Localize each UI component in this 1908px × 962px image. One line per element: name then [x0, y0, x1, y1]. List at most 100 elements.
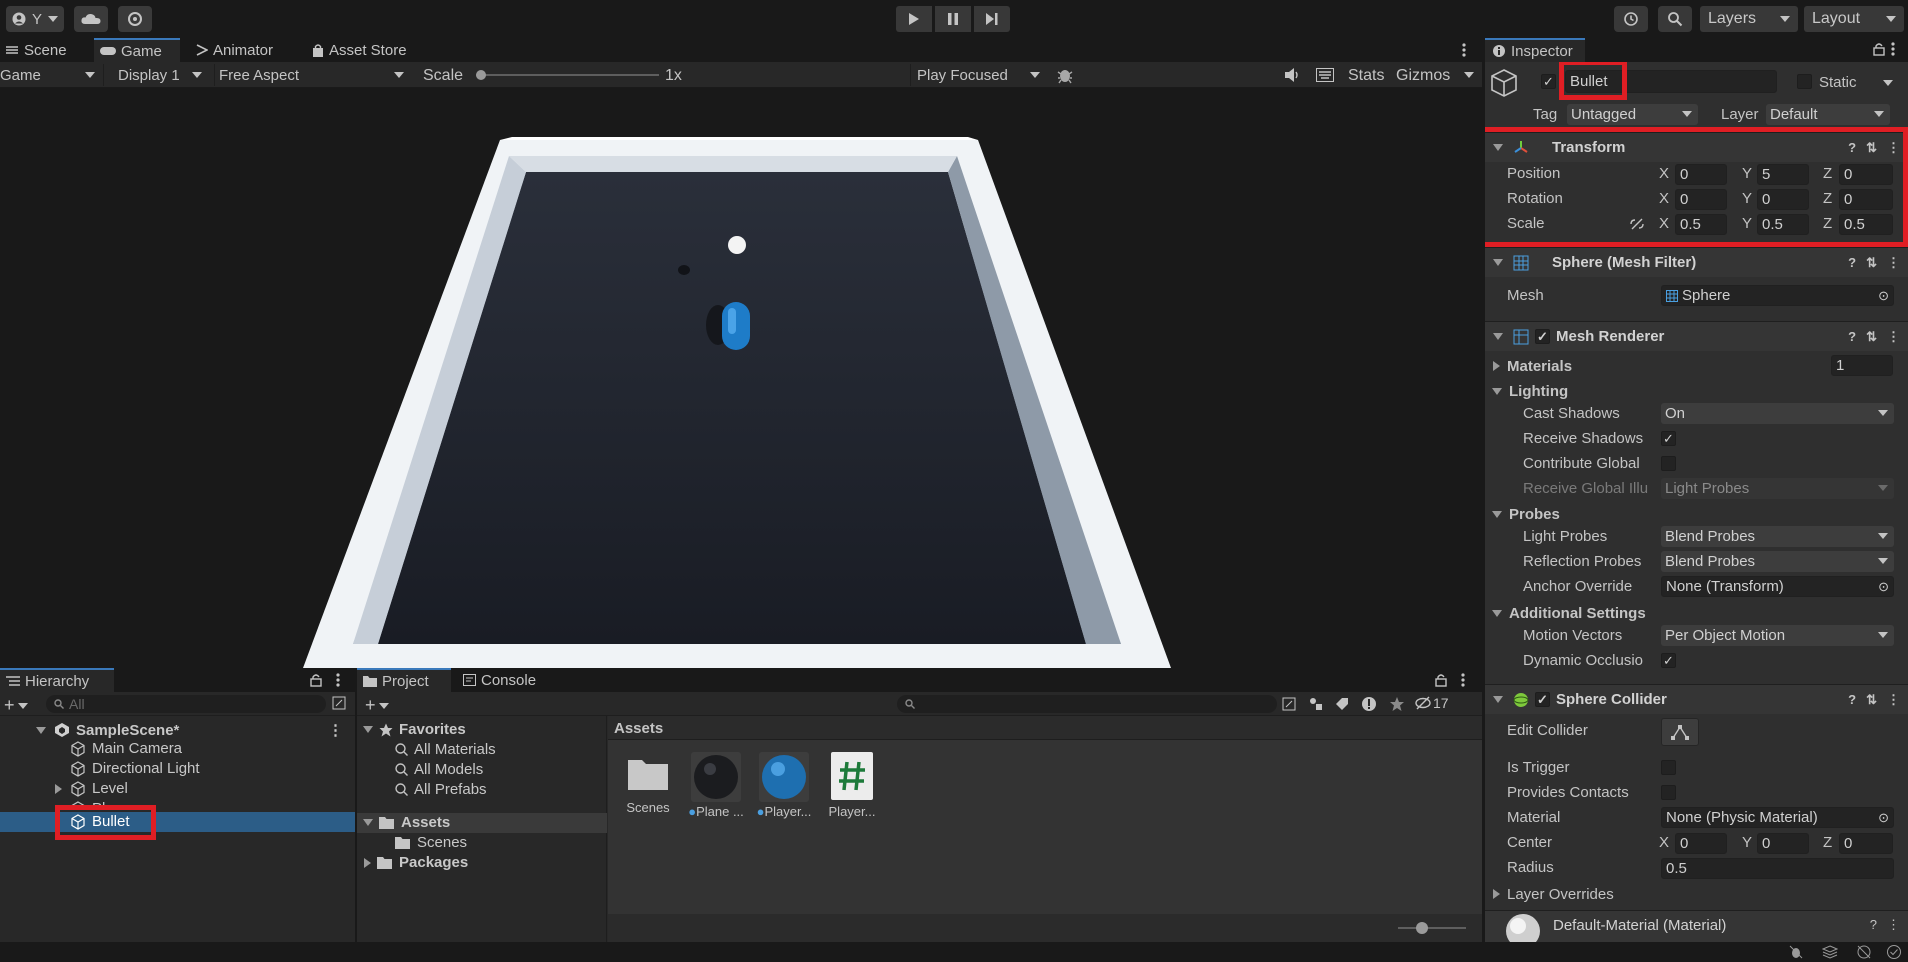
search-button[interactable] [1658, 6, 1692, 32]
static-checkbox[interactable] [1797, 74, 1812, 89]
play-focused-dropdown[interactable]: Play Focused [910, 64, 1048, 86]
scale-slider[interactable] [476, 70, 659, 80]
mesh-renderer-enabled-checkbox[interactable]: ✓ [1535, 329, 1550, 344]
hierarchy-item[interactable]: Player [70, 800, 270, 810]
layer-overrides-row[interactable]: Layer Overrides [1485, 882, 1908, 906]
game-viewport[interactable] [0, 88, 1482, 668]
cloud-button[interactable] [74, 6, 108, 32]
sphere-collider-enabled-checkbox[interactable]: ✓ [1535, 692, 1550, 707]
favorite-item[interactable]: All Materials [395, 741, 496, 758]
asset-item[interactable]: ●Player... [756, 752, 812, 819]
unlink-icon[interactable] [1629, 217, 1645, 231]
rotation-z-field[interactable]: 0 [1839, 189, 1893, 210]
lock-icon[interactable] [1435, 673, 1447, 687]
sphere-collider-header[interactable]: ✓ Sphere Collider ? ⇅ ⋮ [1485, 684, 1908, 714]
radius-field[interactable]: 0.5 [1661, 858, 1894, 879]
mesh-object-field[interactable]: Sphere ⊙ [1661, 285, 1894, 306]
materials-count-field[interactable]: 1 [1831, 355, 1893, 376]
help-icon[interactable]: ? [1848, 140, 1856, 156]
scale-y-field[interactable]: 0.5 [1757, 214, 1809, 235]
more-options-icon[interactable] [1891, 42, 1895, 56]
icon-size-slider-handle[interactable] [1416, 922, 1428, 934]
more-options-icon[interactable]: ⋮ [328, 721, 343, 739]
bug-icon[interactable] [1056, 66, 1074, 84]
scenes-folder-row[interactable]: Scenes [395, 834, 467, 851]
more-options-icon[interactable]: ⋮ [1887, 917, 1900, 933]
hierarchy-item[interactable]: Main Camera [70, 740, 182, 757]
additional-settings-row[interactable]: Additional Settings [1485, 601, 1908, 625]
transform-header[interactable]: Transform ? ⇅ ⋮ [1485, 132, 1908, 162]
scene-row[interactable]: SampleScene* ⋮ [36, 720, 355, 740]
lighting-row[interactable]: Lighting [1485, 379, 1908, 403]
stats-button[interactable]: Stats [1348, 67, 1384, 85]
tab-console[interactable]: Console [457, 668, 542, 692]
pause-button[interactable] [935, 6, 971, 32]
default-material-header[interactable]: Default-Material (Material) ? ⋮ [1485, 910, 1908, 942]
favorites-row[interactable]: Favorites [363, 721, 466, 738]
services-button[interactable] [118, 6, 152, 32]
more-options-icon[interactable]: ⋮ [1887, 329, 1900, 345]
asset-item[interactable]: Scenes [622, 752, 674, 815]
aspect-dropdown[interactable]: Free Aspect [214, 64, 412, 86]
add-button[interactable]: + [4, 695, 28, 716]
create-button[interactable]: + [365, 695, 389, 716]
project-search-input[interactable] [897, 695, 1277, 713]
network-icon[interactable] [1856, 944, 1872, 960]
tab-scene[interactable]: Scene [0, 38, 73, 62]
display-dropdown[interactable]: Display 1 [110, 64, 210, 86]
tab-asset-store[interactable]: Asset Store [306, 38, 413, 62]
edit-collider-button[interactable] [1661, 718, 1699, 746]
position-z-field[interactable]: 0 [1839, 164, 1893, 185]
probes-row[interactable]: Probes [1485, 502, 1908, 526]
scale-x-field[interactable]: 0.5 [1675, 214, 1727, 235]
chevron-down-icon[interactable] [1464, 72, 1474, 78]
hierarchy-item-selected[interactable]: Bullet [0, 812, 355, 832]
layer-dropdown[interactable]: Default [1766, 104, 1890, 125]
hierarchy-item[interactable]: Directional Light [70, 760, 200, 777]
gizmos-button[interactable]: Gizmos [1396, 67, 1450, 85]
history-button[interactable] [1614, 6, 1648, 32]
layout-dropdown[interactable]: Layout [1804, 6, 1904, 32]
mesh-filter-header[interactable]: Sphere (Mesh Filter) ? ⇅ ⋮ [1485, 247, 1908, 277]
motion-vectors-dropdown[interactable]: Per Object Motion [1661, 625, 1894, 646]
favorite-item[interactable]: All Prefabs [395, 781, 487, 798]
packages-folder-row[interactable]: Packages [363, 854, 468, 871]
center-y-field[interactable]: 0 [1757, 833, 1809, 854]
step-button[interactable] [974, 6, 1010, 32]
object-picker-icon[interactable]: ⊙ [1878, 810, 1889, 826]
speaker-icon[interactable] [1284, 67, 1300, 83]
dynamic-occlusion-checkbox[interactable]: ✓ [1661, 653, 1676, 668]
progress-check-icon[interactable] [1886, 944, 1902, 960]
filter-type-icon[interactable] [1309, 697, 1323, 711]
bug-icon[interactable] [1788, 944, 1804, 960]
lock-icon[interactable] [1873, 42, 1885, 56]
help-icon[interactable]: ? [1848, 255, 1856, 271]
more-options-icon[interactable] [1461, 673, 1465, 687]
scale-z-field[interactable]: 0.5 [1839, 214, 1893, 235]
account-dropdown[interactable]: Y [6, 6, 64, 32]
search-by-type-icon[interactable] [1282, 697, 1296, 711]
favorite-item[interactable]: All Models [395, 761, 483, 778]
more-options-icon[interactable]: ⋮ [1887, 692, 1900, 708]
rotation-x-field[interactable]: 0 [1675, 189, 1727, 210]
preset-icon[interactable]: ⇅ [1866, 140, 1877, 156]
asset-item[interactable]: Player... [824, 752, 880, 819]
game-mode-dropdown[interactable]: Game [0, 64, 104, 86]
icon-size-slider[interactable] [1398, 927, 1466, 929]
position-y-field[interactable]: 5 [1757, 164, 1809, 185]
tab-animator[interactable]: Animator [190, 38, 279, 62]
scale-slider-handle[interactable] [476, 70, 486, 80]
anchor-override-field[interactable]: None (Transform) ⊙ [1661, 576, 1894, 597]
tab-project[interactable]: Project [357, 668, 451, 692]
help-icon[interactable]: ? [1848, 329, 1856, 345]
hierarchy-search-input[interactable]: All [46, 695, 326, 713]
preset-icon[interactable]: ⇅ [1866, 255, 1877, 271]
more-options-icon[interactable]: ⋮ [1887, 255, 1900, 271]
tab-inspector[interactable]: Inspector [1485, 38, 1585, 62]
more-options-icon[interactable] [1456, 42, 1472, 58]
tag-dropdown[interactable]: Untagged [1567, 104, 1698, 125]
asset-item[interactable]: ●Plane ... [688, 752, 744, 819]
provides-contacts-checkbox[interactable] [1661, 785, 1676, 800]
scene-visibility-icon[interactable] [332, 696, 346, 710]
physic-material-field[interactable]: None (Physic Material) ⊙ [1661, 807, 1894, 828]
